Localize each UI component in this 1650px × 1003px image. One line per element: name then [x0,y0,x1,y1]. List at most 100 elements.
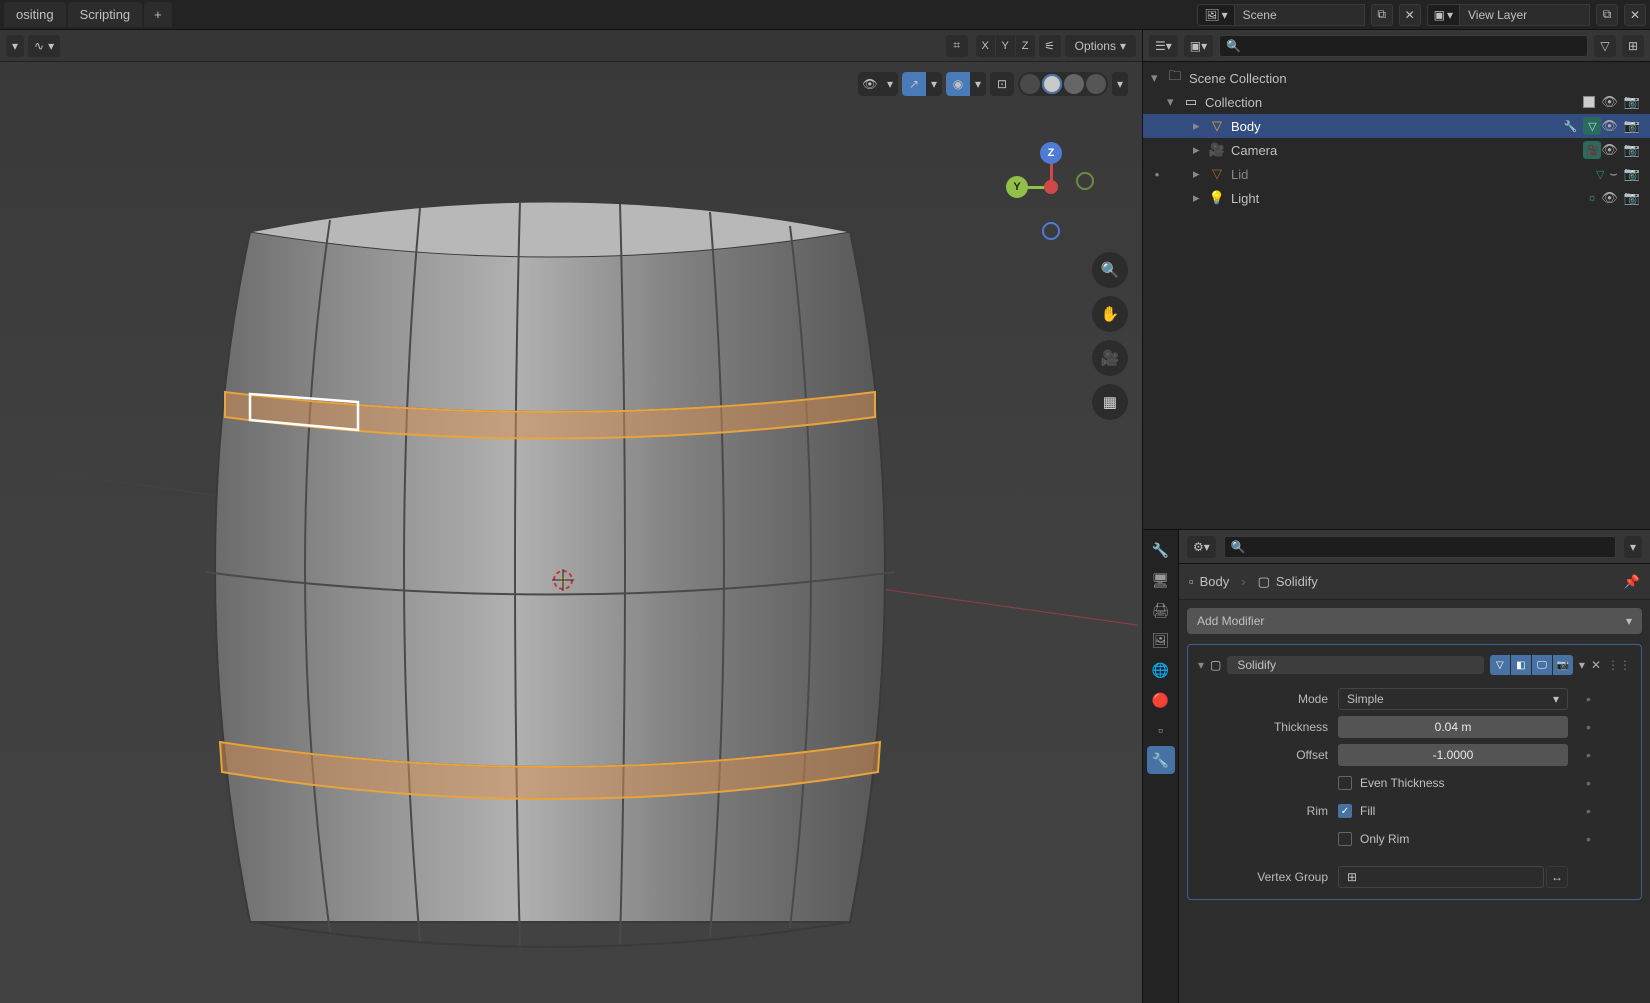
shade-wireframe[interactable] [1020,74,1040,94]
keyframe-dot[interactable]: • [1586,775,1591,791]
ptab-object[interactable]: ▫ [1147,716,1175,744]
modifier-delete-button[interactable]: ✕ [1591,658,1601,672]
tree-item-lid[interactable]: • ▸ ▽ Lid ▽ ⌣ 📷 [1143,162,1650,186]
keyframe-dot[interactable]: • [1586,691,1591,707]
camera-render-icon[interactable]: 📷 [1624,166,1640,182]
vertex-group-selector[interactable]: ⊞ [1338,866,1544,888]
gizmo-toggle[interactable]: ↗ [902,72,926,96]
mod-cage-toggle[interactable]: ◧ [1511,655,1531,675]
ptab-viewlayer[interactable]: 🖼 [1147,626,1175,654]
automerge-toggle[interactable]: ⚟ [1039,35,1061,57]
viewlayer-selector[interactable]: ▣▾ View Layer [1427,4,1590,26]
collection-exclude-checkbox[interactable] [1583,96,1595,108]
tab-scripting[interactable]: Scripting [68,2,143,27]
properties-search-input[interactable]: 🔍 [1224,536,1616,558]
properties-chevron[interactable]: ▾ [1624,536,1642,558]
ptab-world[interactable]: 🔴 [1147,686,1175,714]
outliner-tree[interactable]: ▾ 🗀 Scene Collection ▾ ▭ Collection 👁 📷 [1143,62,1650,529]
shade-solid[interactable] [1042,74,1062,94]
ptab-output[interactable]: 🖨 [1147,596,1175,624]
outliner-display-mode[interactable]: ☰▾ [1149,35,1178,57]
eye-icon[interactable]: 👁 [1601,94,1618,110]
axis-x[interactable]: X [976,35,995,57]
eye-icon[interactable]: 👁 [1601,142,1618,158]
add-modifier-dropdown[interactable]: Add Modifier▾ [1187,608,1642,634]
properties-options[interactable]: ⚙▾ [1187,536,1216,558]
axis-z[interactable]: Z [1016,35,1035,57]
mod-editmode-toggle[interactable]: ▽ [1490,655,1510,675]
keyframe-dot[interactable]: • [1586,747,1591,763]
ptab-tool[interactable]: 🔧 [1147,536,1175,564]
scene-name-field[interactable]: Scene [1235,4,1365,26]
tree-item-camera[interactable]: ▸ 🎥 Camera 🎥 👁 📷 [1143,138,1650,162]
camera-render-icon[interactable]: 📷 [1624,190,1640,206]
modifier-wrench-icon[interactable]: 🔧 [1561,117,1579,135]
viewlayer-new-button[interactable]: ⧉ [1596,4,1618,26]
modifier-name-field[interactable]: Solidify [1227,656,1484,674]
overlay-chevron[interactable]: ▾ [970,72,986,96]
modifier-extras-chevron[interactable]: ▾ [1579,658,1585,672]
modifier-drag-handle[interactable]: ⋮⋮ [1607,658,1631,672]
shade-chevron[interactable]: ▾ [1112,72,1128,96]
viewlayer-close-button[interactable]: ✕ [1624,4,1646,26]
gizmo-y-axis[interactable]: Y [1006,176,1028,198]
visibility-menu[interactable]: 👁 [858,72,882,96]
shade-rendered[interactable] [1086,74,1106,94]
outliner-new-collection[interactable]: ⊞ [1622,35,1644,57]
visibility-chevron[interactable]: ▾ [882,72,898,96]
mod-render-toggle[interactable]: 📷 [1553,655,1573,675]
panel-toggle[interactable]: ▾ [1198,658,1204,672]
eye-icon[interactable]: 👁 [1601,190,1618,206]
gizmo-neg-z[interactable] [1042,222,1060,240]
offset-input[interactable]: -1.0000 [1338,744,1568,766]
eye-icon[interactable]: 👁 [1601,118,1618,134]
breadcrumb-object[interactable]: ▫Body [1189,574,1229,589]
gizmo-chevron[interactable]: ▾ [926,72,942,96]
perspective-toggle-button[interactable]: ▦ [1092,384,1128,420]
ptab-scene[interactable]: 🌐 [1147,656,1175,684]
mesh-data-icon[interactable]: ▽ [1591,165,1609,183]
overlay-toggle[interactable]: ◉ [946,72,970,96]
tab-add[interactable]: + [144,2,172,27]
tab-compositing[interactable]: ositing [4,2,66,27]
tree-collection[interactable]: ▾ ▭ Collection 👁 📷 [1143,90,1650,114]
camera-data-icon[interactable]: 🎥 [1583,141,1601,159]
orientation-gizmo[interactable]: Z Y [1006,142,1096,232]
zoom-button[interactable]: 🔍 [1092,252,1128,288]
scene-selector[interactable]: 🖼▾ Scene [1197,4,1364,26]
outliner-filter-button[interactable]: ▽ [1594,35,1616,57]
breadcrumb-modifier[interactable]: ▢Solidify [1258,574,1318,590]
camera-render-icon[interactable]: 📷 [1624,118,1640,134]
only-rim-checkbox[interactable] [1338,832,1352,846]
viewport-canvas[interactable]: 👁 ▾ ↗ ▾ ◉ ▾ ⊡ [0,62,1142,1003]
snap-dropdown[interactable]: ▾ [6,35,24,57]
pin-icon[interactable]: 📌 [1624,574,1640,590]
even-thickness-checkbox[interactable] [1338,776,1352,790]
axis-y[interactable]: Y [996,35,1015,57]
vertex-group-invert[interactable]: ↔ [1546,866,1568,888]
tree-scene-collection[interactable]: ▾ 🗀 Scene Collection [1143,66,1650,90]
eye-closed-icon[interactable]: ⌣ [1609,166,1618,182]
keyframe-dot[interactable]: • [1586,831,1591,847]
viewlayer-name-field[interactable]: View Layer [1460,4,1590,26]
tree-item-light[interactable]: ▸ 💡 Light ☼ 👁 📷 [1143,186,1650,210]
ptab-modifier[interactable]: 🔧 [1147,746,1175,774]
light-data-icon[interactable]: ☼ [1583,189,1601,207]
xray-toggle[interactable]: ⊡ [990,72,1014,96]
camera-view-button[interactable]: 🎥 [1092,340,1128,376]
camera-render-icon[interactable]: 📷 [1624,142,1640,158]
ptab-render[interactable]: 🖥 [1147,566,1175,594]
camera-render-icon[interactable]: 📷 [1624,94,1640,110]
mode-dropdown[interactable]: Simple▾ [1338,688,1568,710]
gizmo-z-axis[interactable]: Z [1040,142,1062,164]
scene-new-button[interactable]: ⧉ [1371,4,1393,26]
curve-mode-dropdown[interactable]: ∿ ▾ [28,35,60,57]
gizmo-neg-x[interactable] [1076,172,1094,190]
thickness-input[interactable]: 0.04 m [1338,716,1568,738]
mesh-data-icon[interactable]: ▽ [1583,117,1601,135]
outliner-search-input[interactable]: 🔍 [1219,35,1588,57]
fill-checkbox[interactable]: ✓ [1338,804,1352,818]
keyframe-dot[interactable]: • [1586,803,1591,819]
keyframe-dot[interactable]: • [1586,719,1591,735]
pan-button[interactable]: ✋ [1092,296,1128,332]
